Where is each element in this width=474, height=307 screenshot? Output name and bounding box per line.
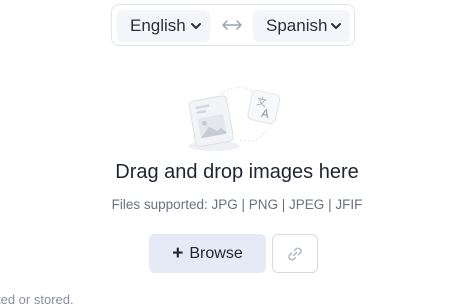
- translate-icon: 文 A: [247, 89, 281, 125]
- format-item: JPG: [211, 197, 238, 212]
- language-bar: English Spanish: [111, 4, 355, 46]
- browse-button[interactable]: + Browse: [149, 234, 266, 273]
- source-language-select[interactable]: English: [117, 10, 210, 42]
- supported-formats: Files supported: JPG | PNG | JPEG | JFIF: [111, 197, 363, 212]
- dropzone-title: Drag and drop images here: [115, 161, 359, 183]
- plus-icon: +: [172, 243, 184, 264]
- link-icon: [288, 246, 302, 261]
- privacy-note: ted or stored.: [0, 292, 74, 307]
- target-language-select[interactable]: Spanish: [253, 10, 350, 42]
- url-link-button[interactable]: [272, 234, 318, 273]
- format-item: JPEG: [289, 197, 325, 212]
- target-language-label: Spanish: [266, 16, 328, 35]
- browse-label: Browse: [189, 244, 243, 262]
- format-item: JFIF: [335, 197, 363, 212]
- image-document-icon: [188, 95, 240, 151]
- source-language-label: English: [130, 16, 186, 35]
- format-item: PNG: [248, 197, 279, 212]
- formats-label: Files supported:: [111, 197, 208, 212]
- chevron-down-icon: [331, 23, 341, 29]
- double-arrow-icon[interactable]: [220, 18, 244, 32]
- chevron-down-icon: [191, 23, 201, 29]
- upload-illustration: 文 A: [188, 86, 281, 151]
